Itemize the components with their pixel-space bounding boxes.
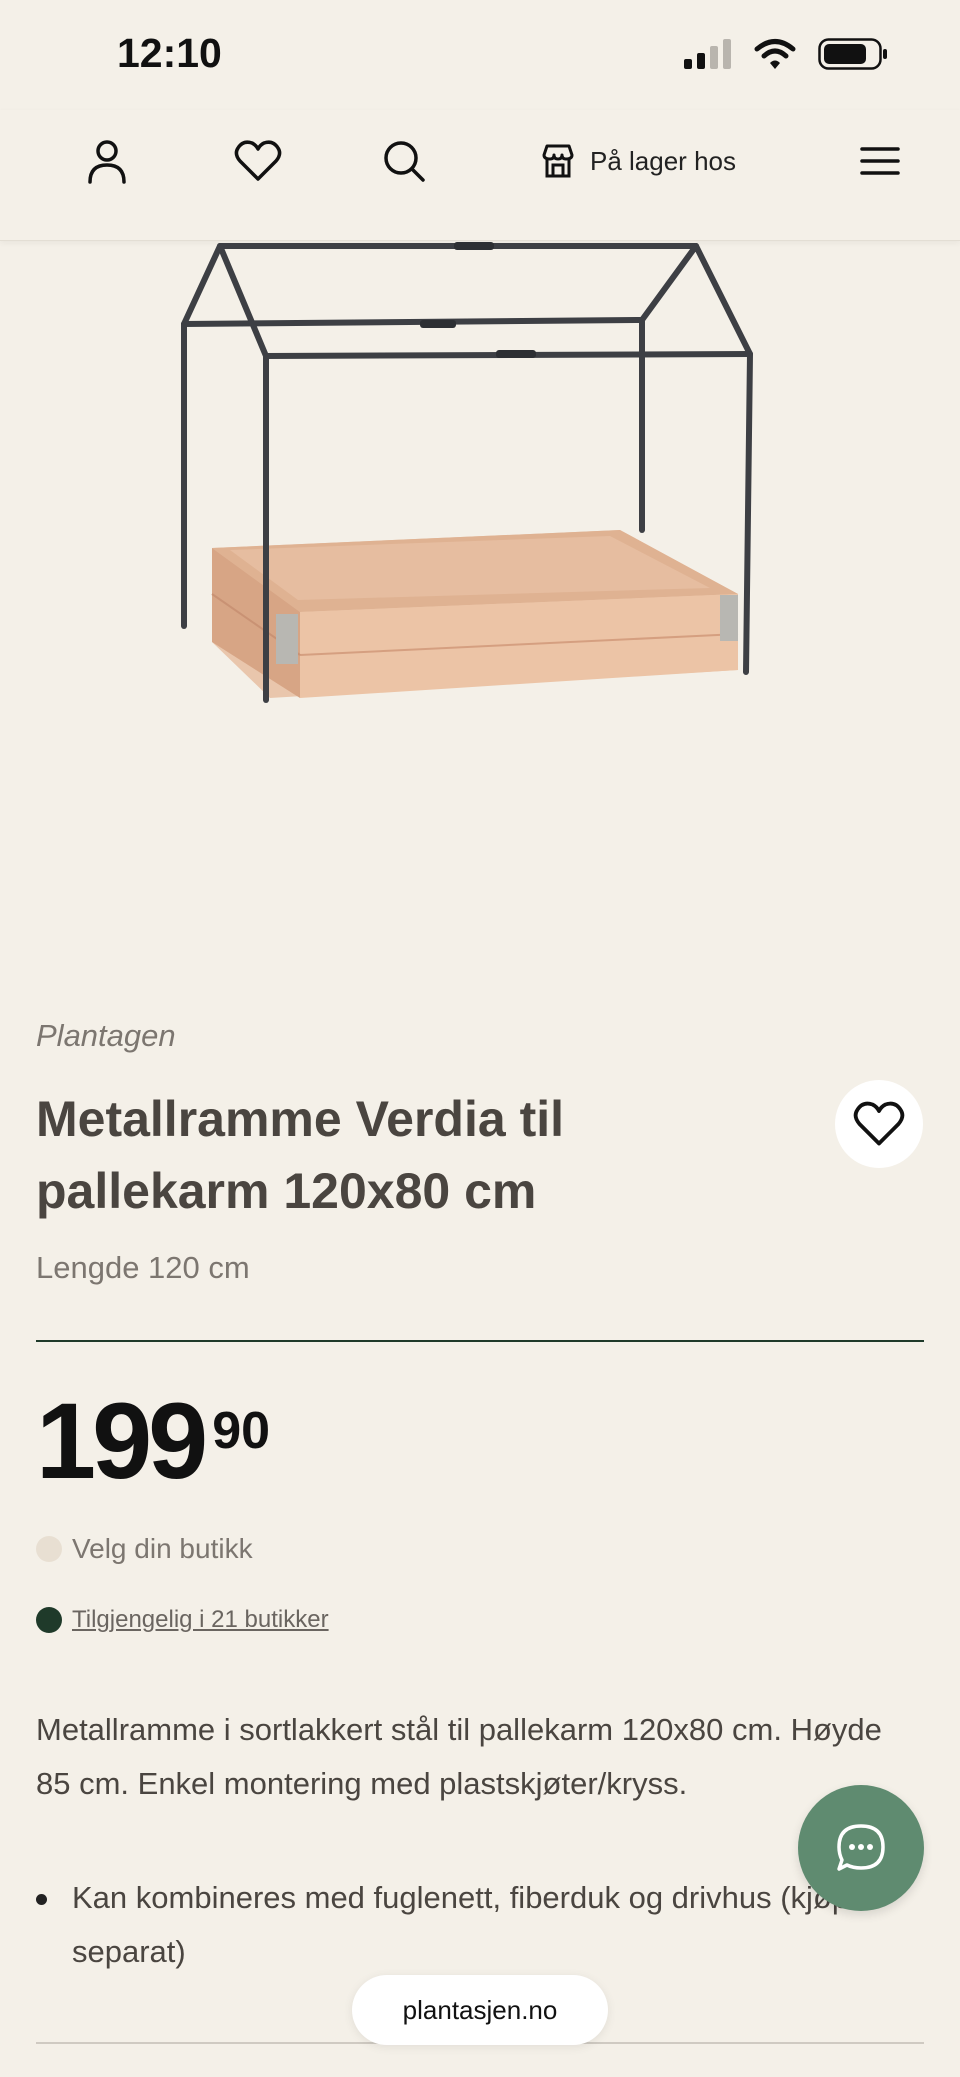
store-link-label: På lager hos [590, 145, 736, 176]
select-store-row[interactable]: Velg din butikk [36, 1533, 253, 1565]
heart-icon [853, 1101, 905, 1146]
browser-url-bar[interactable]: plantasjen.no [352, 1975, 608, 2045]
status-time: 12:10 [117, 30, 222, 76]
product-title: Metallramme Verdia til pallekarm 120x80 … [36, 1091, 565, 1219]
product-brand[interactable]: Plantagen [36, 1018, 176, 1054]
favorites-heart-icon[interactable] [231, 134, 285, 188]
list-item: Kan kombineres med fuglenett, fiberduk o… [36, 1871, 896, 1979]
search-icon[interactable] [377, 134, 431, 188]
availability-link[interactable]: Tilgjengelig i 21 butikker [36, 1606, 329, 1634]
product-image[interactable] [180, 240, 780, 710]
product-description: Metallramme i sortlakkert stål til palle… [36, 1712, 882, 1801]
feature-list: Kan kombineres med fuglenett, fiberduk o… [36, 1871, 896, 1979]
availability-dot [36, 1607, 62, 1633]
select-store-label: Velg din butikk [72, 1533, 253, 1564]
menu-icon[interactable] [853, 134, 907, 188]
add-to-favorites-button[interactable] [835, 1080, 923, 1168]
site-header: På lager hos [0, 110, 960, 241]
status-icons [684, 38, 888, 70]
price-cents: 90 [212, 1402, 271, 1460]
availability-label: Tilgjengelig i 21 butikker [72, 1606, 329, 1633]
wifi-icon [754, 39, 796, 69]
section-divider [36, 1340, 924, 1342]
store-status-dot [36, 1536, 62, 1562]
product-price: 199 90 [36, 1385, 270, 1497]
battery-icon [818, 38, 887, 70]
signal-icon [684, 39, 731, 69]
store-availability-link[interactable]: På lager hos [540, 134, 736, 188]
store-icon [542, 144, 574, 178]
account-icon[interactable] [80, 134, 134, 188]
chat-button[interactable] [798, 1785, 924, 1911]
product-variant: Lengde 120 cm [36, 1250, 250, 1285]
status-bar: 12:10 [0, 0, 960, 110]
price-main: 199 [36, 1380, 208, 1501]
chat-bubble-icon [837, 1824, 885, 1871]
